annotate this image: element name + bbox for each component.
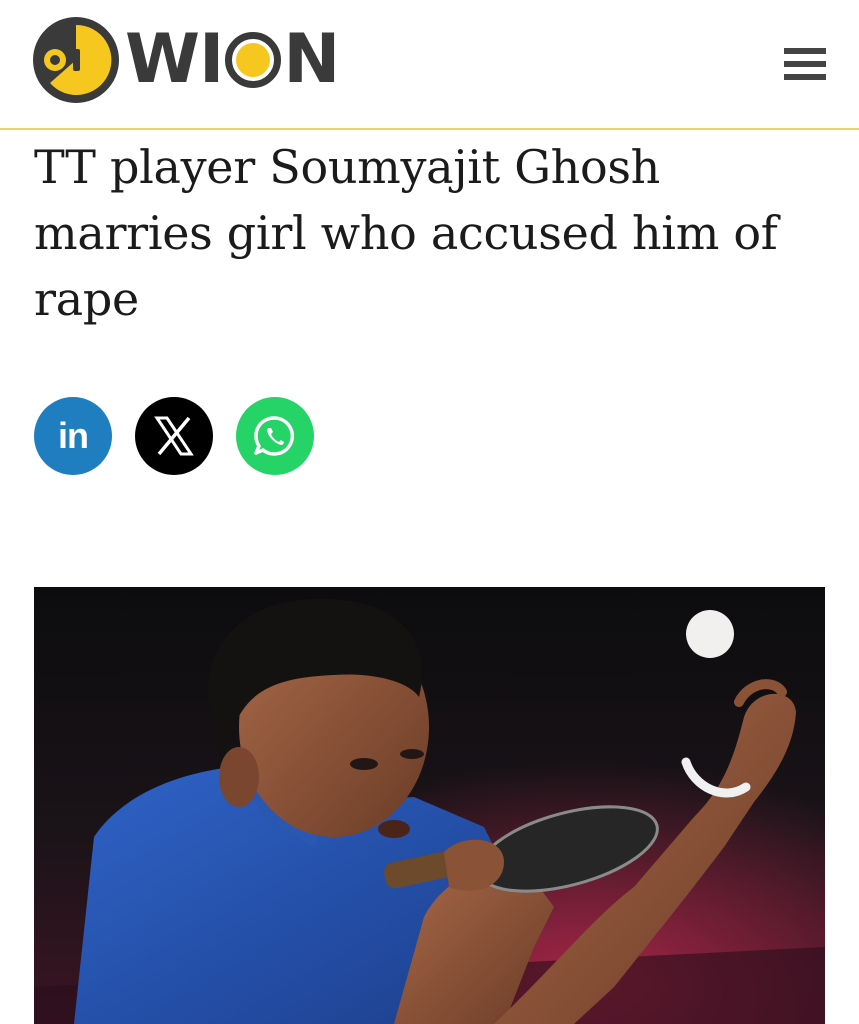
x-share-button[interactable] xyxy=(135,397,213,475)
wion-logo[interactable]: WI N xyxy=(33,17,340,103)
table-tennis-player-photo xyxy=(34,587,825,1024)
x-icon xyxy=(154,416,194,456)
logo-text-n: N xyxy=(283,20,340,99)
whatsapp-share-button[interactable] xyxy=(236,397,314,475)
article-headline: TT player Soumyajit Ghosh marries girl w… xyxy=(34,140,778,326)
wion-logo-mark-icon xyxy=(33,17,119,103)
article-photo xyxy=(34,587,825,1024)
wion-logo-text: WI N xyxy=(125,20,340,99)
hamburger-menu-icon[interactable] xyxy=(784,48,826,84)
linkedin-icon: in xyxy=(58,415,89,456)
share-buttons: in xyxy=(34,397,337,475)
logo-o-icon xyxy=(225,32,282,88)
site-header: WI N xyxy=(0,0,859,130)
linkedin-share-button[interactable]: in xyxy=(34,397,112,475)
whatsapp-icon xyxy=(254,416,295,456)
logo-text-wi: WI xyxy=(125,20,224,99)
